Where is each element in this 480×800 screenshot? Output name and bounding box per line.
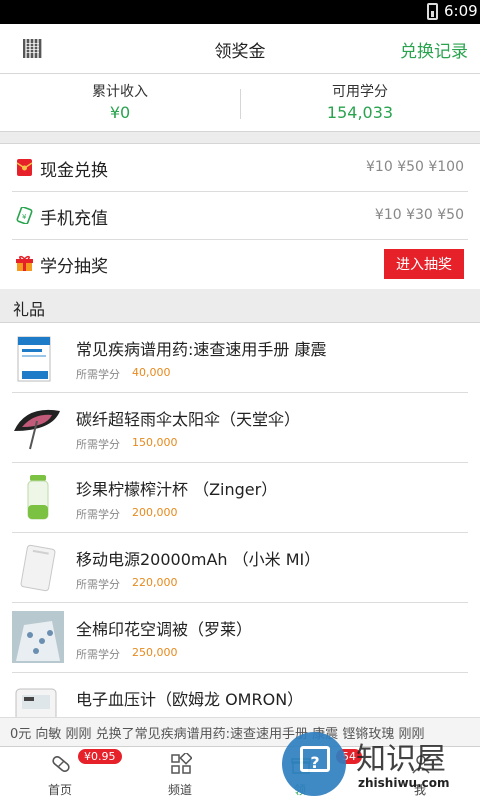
gift-item[interactable]: 珍果柠檬榨汁杯 （Zinger） 所需学分 200,000 xyxy=(12,463,468,533)
gift-cost-label: 所需学分 xyxy=(76,648,120,661)
site-watermark: ? 知识屋 zhishiwu.com xyxy=(280,730,480,800)
status-time: 6:09 xyxy=(444,2,478,20)
gift-box-icon xyxy=(16,255,33,271)
tab-home-label: 首页 xyxy=(47,783,72,797)
gift-name: 全棉印花空调被（罗莱） xyxy=(76,620,253,639)
bottle-thumb xyxy=(27,475,49,520)
umbrella-thumb xyxy=(14,409,60,450)
powerbank-thumb xyxy=(20,544,56,592)
gift-item[interactable]: 全棉印花空调被（罗莱） 所需学分 250,000 xyxy=(12,603,468,673)
gift-name: 电子血压计（欧姆龙 OMRON） xyxy=(76,690,304,709)
gift-cost-label: 所需学分 xyxy=(76,438,120,451)
phone-card-icon: ¥ xyxy=(16,207,33,224)
gift-item[interactable]: 电子血压计（欧姆龙 OMRON） xyxy=(12,673,468,719)
gift-item[interactable]: 常见疾病谱用药:速查速用手册 康震 所需学分 40,000 xyxy=(12,323,468,393)
tab-home[interactable]: ¥0.95 首页 xyxy=(0,747,122,800)
section-gap xyxy=(0,131,480,144)
pill-icon xyxy=(52,755,70,773)
lottery-label: 学分抽奖 xyxy=(40,257,108,277)
gift-cost-label: 所需学分 xyxy=(76,508,120,521)
cash-exchange-label: 现金兑换 xyxy=(40,161,108,181)
gift-cost: 250,000 xyxy=(132,646,178,659)
gift-name: 移动电源20000mAh （小米 MI） xyxy=(76,550,321,569)
grid-icon xyxy=(171,753,192,774)
income-label: 累计收入 xyxy=(92,84,148,100)
credits-value: 154,033 xyxy=(326,103,394,122)
phone-amounts: ¥10 ¥30 ¥50 xyxy=(374,207,464,223)
gift-cost: 220,000 xyxy=(132,576,178,589)
home-badge: ¥0.95 xyxy=(78,749,122,764)
gift-name: 珍果柠檬榨汁杯 （Zinger） xyxy=(76,480,278,499)
watermark-text: 知识屋 xyxy=(356,742,446,777)
phone-recharge-row[interactable]: ¥ 手机充值 ¥10 ¥30 ¥50 xyxy=(12,192,468,240)
tab-channel[interactable]: 频道 xyxy=(120,747,240,800)
gifts-section-header: 礼品 xyxy=(0,289,480,323)
income-stat: 累计收入 ¥0 xyxy=(0,81,240,122)
enter-lottery-button[interactable]: 进入抽奖 xyxy=(384,249,464,279)
credits-stat: 可用学分 154,033 xyxy=(240,81,480,122)
gift-name: 碳纤超轻雨伞太阳伞（天堂伞） xyxy=(76,410,301,429)
lottery-row[interactable]: 学分抽奖 进入抽奖 xyxy=(12,240,468,288)
status-bar: 6:09 xyxy=(0,0,480,24)
tab-channel-label: 频道 xyxy=(167,783,192,797)
stats-panel: 累计收入 ¥0 可用学分 154,033 xyxy=(0,75,480,132)
phone-recharge-label: 手机充值 xyxy=(40,209,108,229)
gift-item[interactable]: 碳纤超轻雨伞太阳伞（天堂伞） 所需学分 150,000 xyxy=(12,393,468,463)
credits-label: 可用学分 xyxy=(332,84,388,100)
gift-cost: 40,000 xyxy=(132,366,171,379)
gifts-header-label: 礼品 xyxy=(13,300,46,319)
watermark-domain: zhishiwu.com xyxy=(358,776,450,790)
income-value: ¥0 xyxy=(109,103,131,122)
gift-cost-label: 所需学分 xyxy=(76,578,120,591)
cash-exchange-row[interactable]: 现金兑换 ¥10 ¥50 ¥100 xyxy=(12,144,468,192)
exchange-record-link[interactable]: 兑换记录 xyxy=(400,37,468,62)
cash-amounts: ¥10 ¥50 ¥100 xyxy=(366,159,464,175)
title-bar: 领奖金 兑换记录 xyxy=(0,24,480,74)
book-thumb xyxy=(17,336,51,382)
gift-cost: 150,000 xyxy=(132,436,178,449)
red-envelope-icon xyxy=(16,159,33,176)
gift-cost: 200,000 xyxy=(132,506,178,519)
watermark-logo-icon: ? xyxy=(282,732,346,796)
gift-name: 常见疾病谱用药:速查速用手册 康震 xyxy=(76,340,327,359)
svg-text:¥: ¥ xyxy=(22,213,27,221)
gift-cost-label: 所需学分 xyxy=(76,368,120,381)
battery-icon xyxy=(427,3,438,20)
monitor-thumb xyxy=(15,688,57,719)
gift-item[interactable]: 移动电源20000mAh （小米 MI） 所需学分 220,000 xyxy=(12,533,468,603)
quilt-thumb xyxy=(12,611,64,663)
